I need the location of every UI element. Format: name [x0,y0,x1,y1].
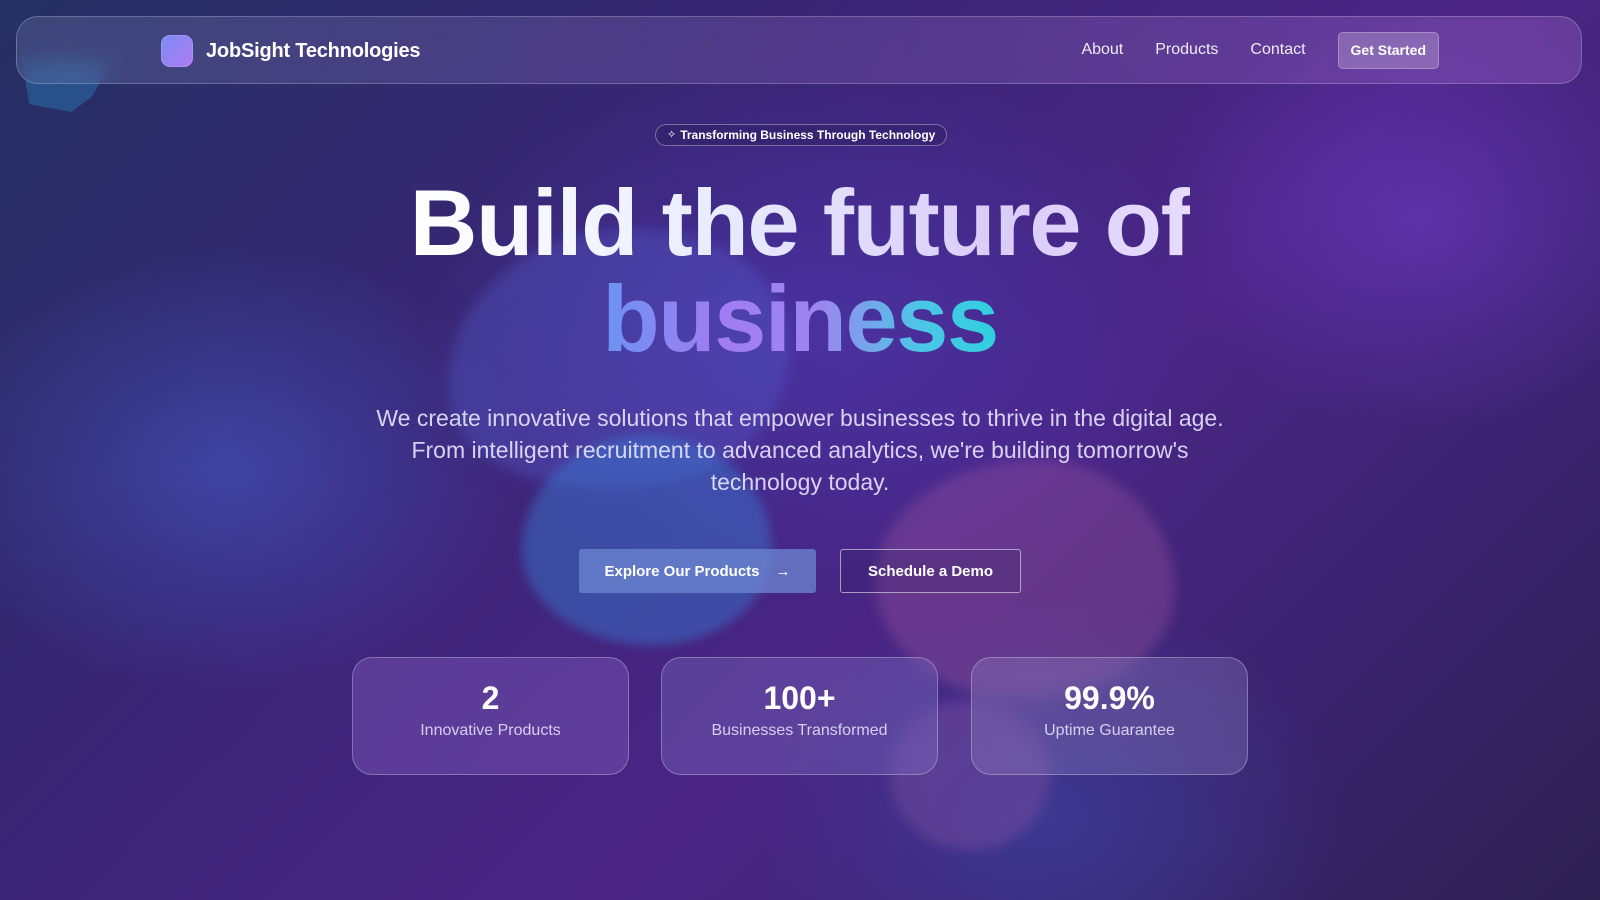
stat-value: 100+ [763,680,836,716]
nav-link-about[interactable]: About [1081,41,1123,59]
arrow-right-icon: → [775,562,791,580]
brand-name: JobSight Technologies [206,39,421,62]
nav-links: About Products Contact Get Started [1081,17,1439,83]
stat-label: Uptime Guarantee [1044,722,1175,739]
nav-link-contact[interactable]: Contact [1250,41,1305,59]
explore-products-button[interactable]: Explore Our Products → [579,549,816,593]
get-started-button[interactable]: Get Started [1337,31,1439,69]
brand[interactable]: JobSight Technologies [161,35,421,67]
stat-card-uptime: 99.9% Uptime Guarantee [971,657,1248,775]
hero-title: Build the future of business [0,175,1600,367]
stat-label: Businesses Transformed [711,722,888,739]
stat-value: 2 [481,680,500,716]
stat-card-businesses: 100+ Businesses Transformed [661,657,938,775]
hero-title-highlight: business [602,266,999,371]
explore-products-label: Explore Our Products [604,562,760,580]
sparkle-icon: ✧ [667,128,677,141]
hero-title-line1: Build the future of [409,170,1192,275]
nav-link-products[interactable]: Products [1155,41,1218,59]
brand-logo-icon [161,35,193,67]
stat-label: Innovative Products [420,722,561,739]
tagline-badge: ✧ Transforming Business Through Technolo… [655,124,948,146]
schedule-demo-button[interactable]: Schedule a Demo [840,549,1021,593]
hero-subtitle: We create innovative solutions that empo… [376,405,1224,495]
tagline-text: Transforming Business Through Technology [680,128,936,142]
top-navbar: JobSight Technologies About Products Con… [16,16,1582,84]
stat-card-products: 2 Innovative Products [352,657,629,775]
stat-value: 99.9% [1064,680,1155,716]
